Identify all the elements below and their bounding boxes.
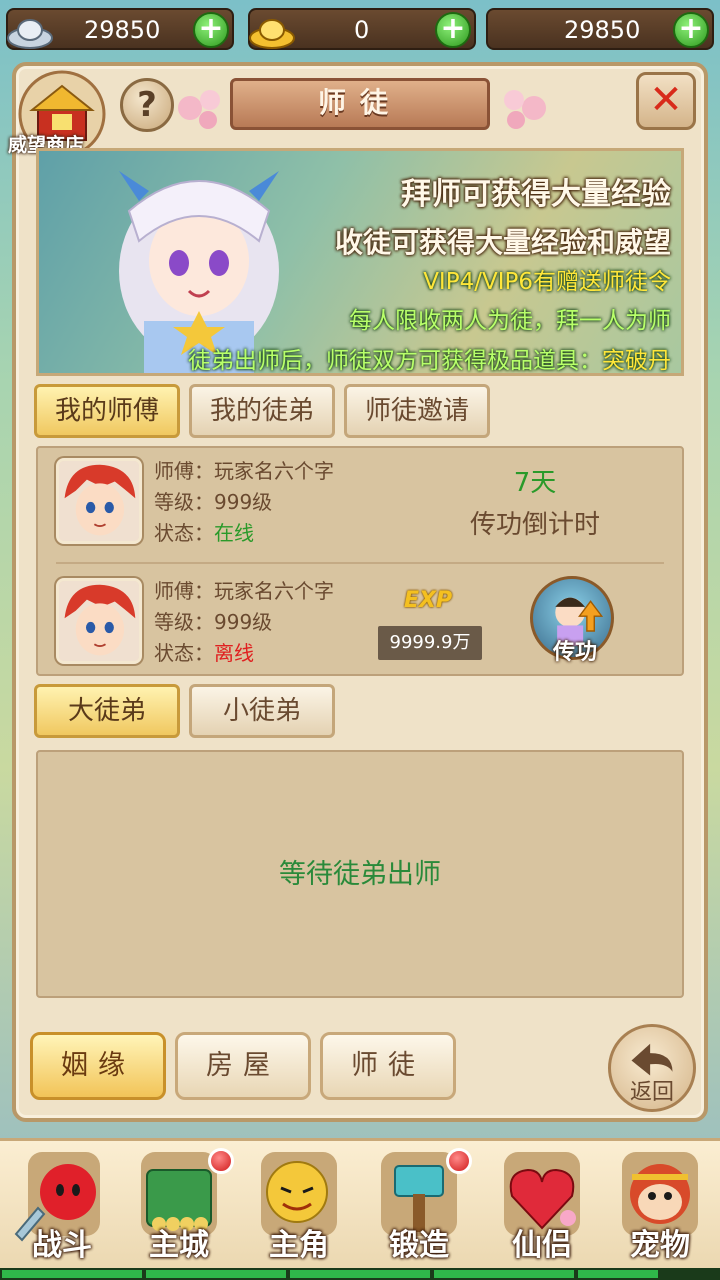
add-silver-button[interactable]: + (193, 12, 229, 48)
nav-hero-label: 主角 (269, 1228, 329, 1263)
nav-companion[interactable]: 仙侣 (488, 1148, 596, 1266)
gold-amount: 0 (354, 16, 370, 44)
banner-line-5-prefix: 徒弟出师后，师徒双方可获得极品道具： (188, 348, 602, 374)
master-1-status: 在线 (214, 521, 254, 545)
close-button[interactable]: ✕ (636, 72, 696, 130)
tab-mentor-invite[interactable]: 师徒邀请 (344, 384, 490, 438)
master-1-level-key: 等级： (154, 490, 214, 514)
nav-pet-label: 宠物 (630, 1228, 690, 1263)
tab-my-master[interactable]: 我的师傅 (34, 384, 180, 438)
info-banner: 拜师可获得大量经验 收徒可获得大量经验和威望 VIP4/VIP6有赠送师徒令 每… (36, 148, 684, 376)
master-1-name: 玩家名六个字 (214, 459, 334, 483)
banner-line-3: VIP4/VIP6有赠送师徒令 (423, 269, 671, 295)
house-button[interactable]: 房屋 (175, 1032, 311, 1100)
gold-ingot-icon (249, 19, 295, 49)
master-2-name: 玩家名六个字 (214, 579, 334, 603)
red-hair-hero-icon (59, 461, 139, 541)
help-button[interactable]: ? (120, 78, 174, 132)
banner-line-2: 收徒可获得大量经验和威望 (334, 226, 671, 259)
master-2-info: 师傅：玩家名六个字 等级：999级 状态：离线 (154, 576, 334, 669)
nav-companion-label: 仙侣 (512, 1228, 572, 1263)
marriage-button[interactable]: 姻缘 (30, 1032, 166, 1100)
back-label: 返回 (629, 1080, 674, 1105)
countdown-days: 7天 (513, 468, 557, 498)
master-1-status-key: 状态： (154, 521, 214, 545)
tab-my-disciple[interactable]: 我的徒弟 (189, 384, 335, 438)
master-avatar-2 (56, 578, 142, 664)
disciple-empty-text: 等待徒弟出师 (279, 859, 441, 890)
master-avatar-1 (56, 458, 142, 544)
silver-amount: 29850 (84, 16, 161, 44)
page-title: 师徒 (230, 78, 490, 130)
banner-line-5: 徒弟出师后，师徒双方可获得极品道具：突破丹 (188, 341, 671, 374)
banner-line-4: 每人限收两人为徒，拜一人为师 (349, 308, 671, 334)
city-notification-dot (208, 1148, 234, 1174)
add-third-button[interactable]: + (673, 12, 709, 48)
master-2-level: 999级 (214, 610, 273, 634)
nav-pet[interactable]: 宠物 (606, 1148, 714, 1266)
tab-senior-disciple[interactable]: 大徒弟 (34, 684, 180, 738)
add-gold-button[interactable]: + (435, 12, 471, 48)
nav-city-label: 主城 (149, 1228, 209, 1263)
blossom-right-icon (504, 90, 546, 129)
master-1-info: 师傅：玩家名六个字 等级：999级 状态：在线 (154, 456, 334, 549)
master-2-status-key: 状态： (154, 641, 214, 665)
exp-icon: EXP (404, 588, 453, 613)
bottom-progress-strip (0, 1268, 720, 1280)
banner-line-1: 拜师可获得大量经验 (401, 177, 671, 212)
master-2-level-key: 等级： (154, 610, 214, 634)
master-row-divider (56, 562, 664, 564)
currency-bar: 29850 + 0 + 29850 + (0, 0, 720, 58)
master-2-name-key: 师傅： (154, 579, 214, 603)
banner-line-5-item: 突破丹 (602, 348, 671, 374)
master-1-name-key: 师傅： (154, 459, 214, 483)
nav-hero[interactable]: 主角 (245, 1148, 353, 1266)
third-currency: 29850 + (486, 8, 714, 50)
red-hair-hero-icon (59, 581, 139, 661)
chuangong-label: 传功 (552, 640, 597, 665)
silver-currency: 29850 + (6, 8, 234, 50)
silver-ingot-icon (7, 19, 53, 49)
gold-currency: 0 + (248, 8, 476, 50)
master-1-level: 999级 (214, 490, 273, 514)
forge-notification-dot (446, 1148, 472, 1174)
master-2-status: 离线 (214, 641, 254, 665)
exp-value: 9999.9万 (378, 626, 482, 660)
nav-forge-label: 锻造 (389, 1228, 449, 1263)
third-amount: 29850 (564, 16, 641, 44)
blossom-left-icon (178, 90, 220, 129)
tab-junior-disciple[interactable]: 小徒弟 (189, 684, 335, 738)
nav-battle-label: 战斗 (32, 1228, 92, 1263)
countdown-label: 传功倒计时 (469, 510, 600, 540)
mentor-button[interactable]: 师徒 (320, 1032, 456, 1100)
nav-battle[interactable]: 战斗 (8, 1148, 116, 1266)
